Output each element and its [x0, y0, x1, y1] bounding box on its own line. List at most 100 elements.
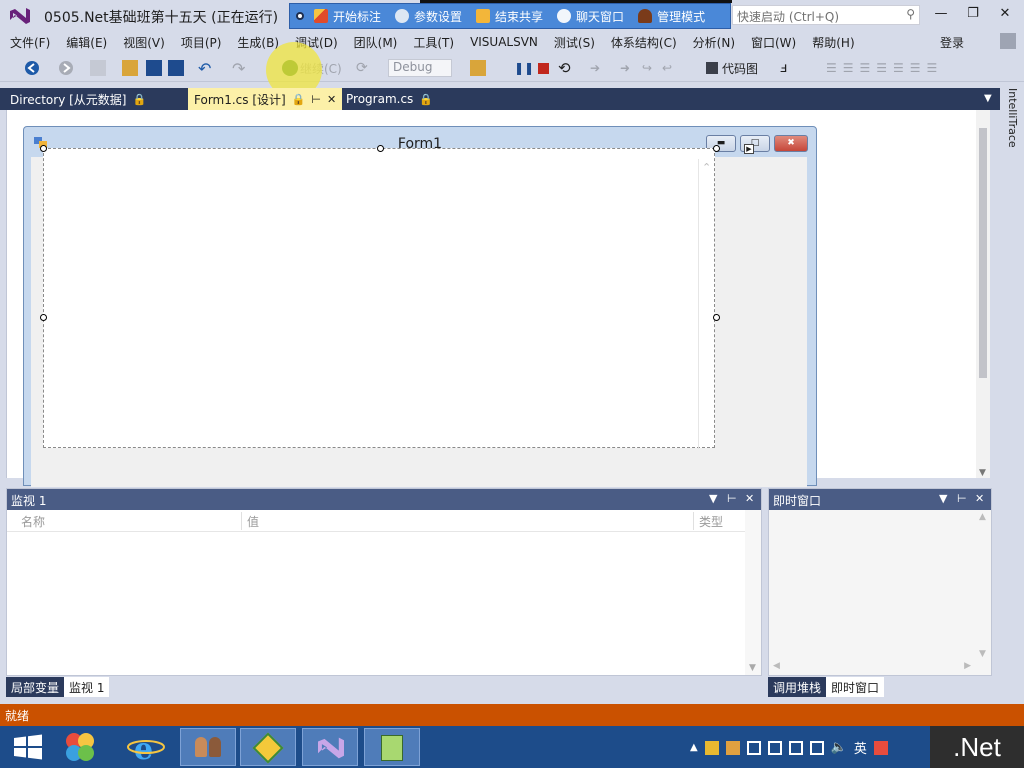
- align-toolbar[interactable]: ☰☰☰☰☰☰☰: [826, 59, 943, 77]
- volume-icon[interactable]: 🔈: [831, 740, 847, 755]
- configuration-select[interactable]: Debug: [388, 59, 452, 77]
- intellitrace-side-tab[interactable]: IntelliTrace: [1000, 88, 1024, 478]
- sogou-ime-icon[interactable]: [873, 740, 888, 755]
- refresh-button[interactable]: ⟳: [356, 59, 368, 77]
- solution-platform-button[interactable]: [470, 59, 486, 77]
- step-over-button[interactable]: ↪: [642, 59, 652, 77]
- menu-view[interactable]: 视图(V): [117, 34, 171, 51]
- settings-button[interactable]: 参数设置: [395, 8, 462, 25]
- restore-button[interactable]: ❐: [962, 6, 984, 24]
- menu-analyze[interactable]: 分析(N): [687, 34, 741, 51]
- flag-icon[interactable]: [767, 740, 782, 755]
- show-hidden-icons[interactable]: ▲: [690, 742, 698, 753]
- step-out-button[interactable]: ↩: [662, 59, 672, 77]
- pin-icon[interactable]: ⊢: [311, 93, 321, 106]
- menu-window[interactable]: 窗口(W): [745, 34, 802, 51]
- resize-handle-left[interactable]: [40, 314, 47, 321]
- film-icon[interactable]: [746, 740, 761, 755]
- start-annotate-button[interactable]: 开始标注: [314, 8, 381, 25]
- resize-handle-top-left[interactable]: [40, 145, 47, 152]
- menu-architecture[interactable]: 体系结构(C): [605, 34, 683, 51]
- immediate-window-panel[interactable]: 即时窗口 ▼ ⊢ ✕ ▲ ▼ ◀ ▶: [768, 488, 992, 676]
- scroll-up-icon[interactable]: ⌃: [702, 161, 711, 174]
- phone-icon[interactable]: [788, 740, 803, 755]
- tab-watch-1[interactable]: 监视 1: [64, 677, 110, 697]
- scroll-up-icon[interactable]: ▲: [979, 512, 986, 522]
- designer-scroll-thumb[interactable]: [979, 128, 987, 378]
- start-button-icon[interactable]: [0, 728, 56, 766]
- menu-team[interactable]: 团队(M): [348, 34, 404, 51]
- menu-visualsvn[interactable]: VISUALSVN: [464, 35, 544, 49]
- save-all-button[interactable]: [168, 59, 184, 77]
- forward-button[interactable]: [58, 59, 74, 77]
- tab-immediate[interactable]: 即时窗口: [826, 677, 885, 697]
- scroll-down-icon[interactable]: ▼: [749, 663, 756, 673]
- chat-window-button[interactable]: 聊天窗口: [557, 8, 624, 25]
- scroll-down-icon[interactable]: ▼: [979, 649, 986, 659]
- scroll-left-icon[interactable]: ◀: [773, 661, 780, 671]
- sign-in-link[interactable]: 登录: [940, 34, 964, 51]
- resize-handle-top-right[interactable]: [713, 145, 720, 152]
- tab-form1-design[interactable]: Form1.cs [设计] 🔒 ⊢ ✕: [188, 88, 343, 110]
- step-into-button[interactable]: ➜: [620, 59, 630, 77]
- resize-handle-top[interactable]: [377, 145, 384, 152]
- back-button[interactable]: [24, 59, 40, 77]
- menu-file[interactable]: 文件(F): [4, 34, 56, 51]
- control-scrollbar[interactable]: ⌃: [698, 159, 714, 449]
- file-box-app-icon[interactable]: [240, 728, 296, 766]
- selected-control[interactable]: ▶ ⌃: [40, 144, 754, 449]
- new-project-button[interactable]: [90, 59, 106, 77]
- tab-call-stack[interactable]: 调用堆栈: [768, 677, 827, 697]
- close-panel-icon[interactable]: ✕: [745, 492, 754, 505]
- open-file-button[interactable]: [122, 59, 138, 77]
- immediate-vertical-scrollbar[interactable]: ▲ ▼: [975, 510, 991, 675]
- close-panel-icon[interactable]: ✕: [975, 492, 984, 505]
- column-separator[interactable]: [693, 512, 694, 530]
- close-button[interactable]: ✕: [994, 6, 1016, 24]
- close-tab-icon[interactable]: ✕: [327, 93, 336, 106]
- menu-test[interactable]: 测试(S): [548, 34, 601, 51]
- stop-debugging-button[interactable]: [538, 59, 549, 77]
- code-map-button[interactable]: 代码图: [706, 59, 758, 77]
- save-button[interactable]: [146, 59, 162, 77]
- tab-directory[interactable]: Directory [从元数据] 🔒: [4, 88, 152, 110]
- column-header-value[interactable]: 值: [247, 513, 259, 530]
- show-next-statement-button[interactable]: ➔: [590, 59, 600, 77]
- keyboard-lock-icon[interactable]: [725, 740, 740, 755]
- scroll-right-icon[interactable]: ▶: [964, 661, 971, 671]
- visual-studio-taskbar-icon[interactable]: [302, 728, 358, 766]
- recorder-pin[interactable]: [296, 12, 304, 20]
- input-method-indicator[interactable]: 英: [854, 738, 867, 757]
- network-icon[interactable]: [809, 740, 824, 755]
- panel-dropdown-icon[interactable]: ▼: [939, 492, 947, 505]
- form-close-button[interactable]: ✖: [774, 135, 808, 152]
- shield-icon[interactable]: [704, 740, 719, 755]
- form-designer-surface[interactable]: Form1 ▬ □ ✖ ▶ ⌃ ▼: [6, 110, 990, 487]
- pin-icon[interactable]: ⊢: [727, 492, 737, 505]
- comment-button[interactable]: ⅎ: [780, 59, 787, 77]
- stop-share-button[interactable]: 结束共享: [476, 8, 543, 25]
- redo-button[interactable]: ↷: [232, 59, 245, 78]
- menu-help[interactable]: 帮助(H): [806, 34, 860, 51]
- tab-overflow-dropdown-icon[interactable]: ▼: [984, 93, 992, 104]
- notepad-plus-plus-icon[interactable]: [364, 728, 420, 766]
- admin-mode-button[interactable]: 管理模式: [638, 8, 705, 25]
- pinwheel-app-icon[interactable]: [52, 728, 108, 766]
- column-separator[interactable]: [241, 512, 242, 530]
- tab-locals[interactable]: 局部变量: [6, 677, 65, 697]
- designer-vertical-scrollbar[interactable]: ▼: [976, 110, 990, 478]
- column-header-name[interactable]: 名称: [21, 513, 45, 530]
- menu-tools[interactable]: 工具(T): [407, 34, 460, 51]
- restart-button[interactable]: ⟲: [558, 59, 571, 77]
- smart-tag-icon[interactable]: ▶: [744, 144, 754, 154]
- quick-launch-input[interactable]: 快速启动 (Ctrl+Q) ⚲: [732, 5, 920, 25]
- menu-project[interactable]: 项目(P): [175, 34, 228, 51]
- internet-explorer-icon[interactable]: e: [118, 728, 174, 766]
- tab-program[interactable]: Program.cs 🔒: [340, 88, 439, 110]
- menu-edit[interactable]: 编辑(E): [60, 34, 113, 51]
- panel-dropdown-icon[interactable]: ▼: [709, 492, 717, 505]
- watch-vertical-scrollbar[interactable]: ▼: [745, 510, 761, 675]
- minimize-button[interactable]: —: [930, 6, 952, 24]
- pin-icon[interactable]: ⊢: [957, 492, 967, 505]
- scroll-down-icon[interactable]: ▼: [979, 468, 986, 478]
